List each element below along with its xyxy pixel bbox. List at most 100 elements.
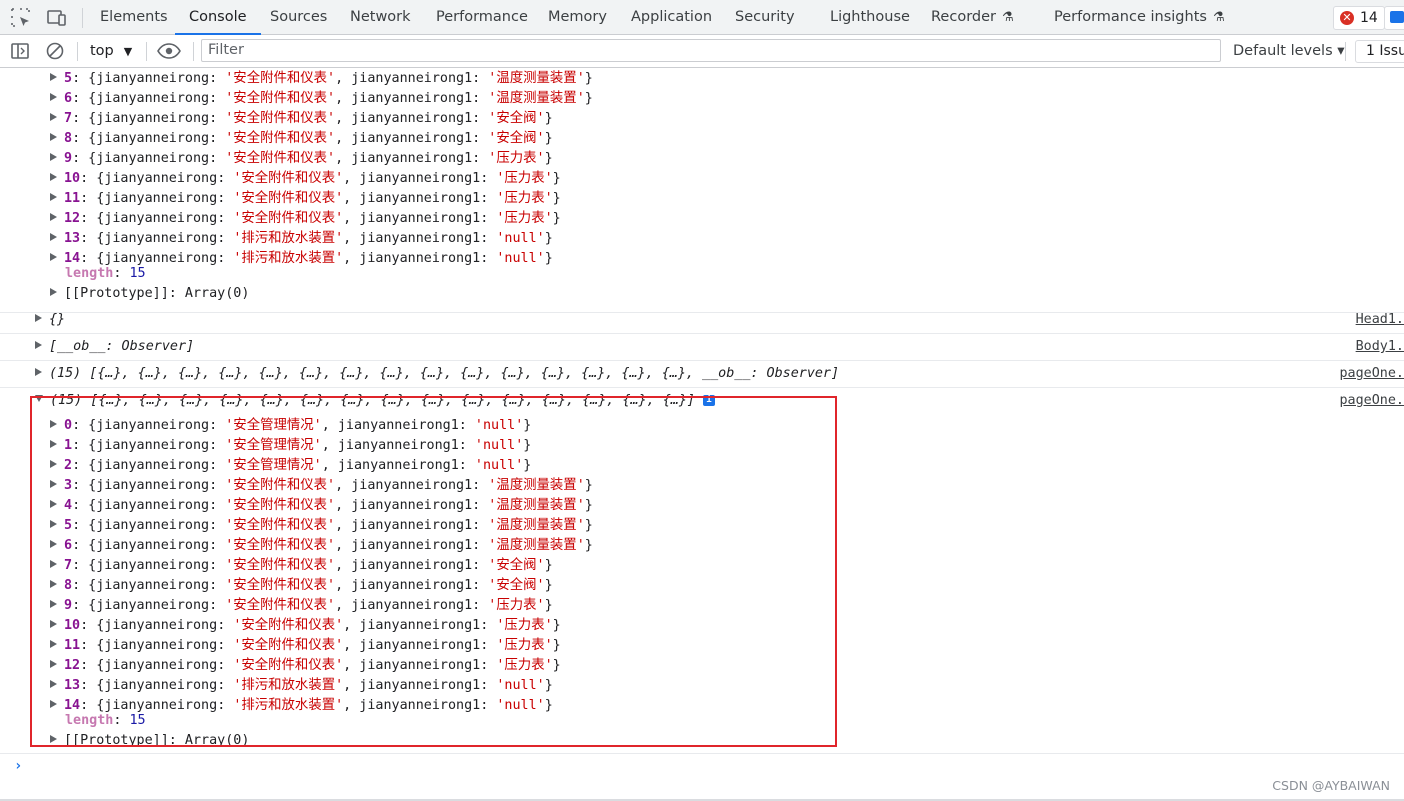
context-selector[interactable]: top ▼ <box>90 35 132 67</box>
tab-elements[interactable]: Elements <box>100 0 168 34</box>
expand-triangle-icon[interactable] <box>50 73 57 81</box>
inspect-element-icon[interactable] <box>9 6 33 30</box>
error-count: 14 <box>1360 10 1378 26</box>
array-entry-row[interactable]: 14: {jianyanneirong: '排污和放水装置', jianyann… <box>50 246 553 266</box>
prop-value: '排污和放水装置' <box>233 231 344 246</box>
prop-value: '安全附件和仪表' <box>225 151 336 166</box>
entry-index: 13 <box>64 231 81 246</box>
tab-application[interactable]: Application <box>631 0 712 34</box>
array-entry-row[interactable]: 5: {jianyanneirong: '安全附件和仪表', jianyanne… <box>50 68 593 86</box>
console-output: 5: {jianyanneirong: '安全附件和仪表', jianyanne… <box>0 68 1404 801</box>
source-link[interactable]: Body1. <box>1356 339 1404 354</box>
array-entry-row[interactable]: 6: {jianyanneirong: '安全附件和仪表', jianyanne… <box>50 86 593 106</box>
array-entry-row[interactable]: 10: {jianyanneirong: '安全附件和仪表', jianyann… <box>50 166 561 186</box>
punct: : { <box>80 211 105 226</box>
expand-triangle-icon[interactable] <box>35 368 42 376</box>
source-link[interactable]: pageOne. <box>1340 393 1404 408</box>
prop-key: jianyanneirong1 <box>359 251 481 266</box>
punct: , <box>343 231 360 246</box>
prop-key: jianyanneirong <box>104 171 218 186</box>
array-entry-row[interactable]: 11: {jianyanneirong: '安全附件和仪表', jianyann… <box>50 186 561 206</box>
tab-lighthouse[interactable]: Lighthouse <box>830 0 910 34</box>
prop-key: jianyanneirong <box>96 71 210 86</box>
punct: , <box>335 131 352 146</box>
tab-performance-insights[interactable]: Performance insights ⚗ <box>1054 0 1225 34</box>
punct: : { <box>72 111 97 126</box>
tab-sources[interactable]: Sources <box>270 0 327 34</box>
punct: : <box>472 91 489 106</box>
experiment-flask-icon: ⚗ <box>1212 10 1225 25</box>
prop-key: jianyanneirong <box>104 191 218 206</box>
tab-performance[interactable]: Performance <box>436 0 528 34</box>
punct: : { <box>80 171 105 186</box>
punct: : <box>209 151 226 166</box>
filter-input[interactable]: Filter <box>201 39 1221 62</box>
expand-triangle-icon[interactable] <box>35 314 42 322</box>
console-prompt-caret[interactable]: › <box>14 758 22 774</box>
clear-console-icon[interactable] <box>45 41 65 65</box>
array-entry-row[interactable]: 9: {jianyanneirong: '安全附件和仪表', jianyanne… <box>50 146 553 166</box>
log-levels-dropdown[interactable]: Default levels ▾ <box>1233 35 1345 67</box>
array-entry-row[interactable]: 13: {jianyanneirong: '排污和放水装置', jianyann… <box>50 226 553 246</box>
punct: } <box>544 231 553 246</box>
tab-performance-insights-label: Performance insights <box>1054 9 1207 25</box>
message-divider <box>0 360 1404 361</box>
tab-memory[interactable]: Memory <box>548 0 607 34</box>
expand-triangle-icon[interactable] <box>35 341 42 349</box>
expand-triangle-icon[interactable] <box>50 288 57 296</box>
expand-triangle-icon[interactable] <box>50 113 57 121</box>
punct: , <box>343 171 360 186</box>
punct: : <box>209 111 226 126</box>
expand-triangle-icon[interactable] <box>50 193 57 201</box>
punct: } <box>544 131 553 146</box>
length-row: length: 15 <box>65 266 146 281</box>
expand-triangle-icon[interactable] <box>50 153 57 161</box>
punct: : <box>209 71 226 86</box>
prototype-row[interactable]: [[Prototype]]: Array(0) <box>50 286 249 301</box>
prop-value: '安全附件和仪表' <box>225 71 336 86</box>
punct: } <box>552 191 561 206</box>
punct: } <box>584 71 593 86</box>
punct: : <box>217 211 234 226</box>
entry-index: 12 <box>64 211 81 226</box>
divider <box>82 8 83 28</box>
entry-index: 11 <box>64 191 81 206</box>
prop-value: '安全附件和仪表' <box>233 171 344 186</box>
message-badge[interactable] <box>1384 6 1404 30</box>
array-entry-row[interactable]: 12: {jianyanneirong: '安全附件和仪表', jianyann… <box>50 206 561 226</box>
sidebar-toggle-icon[interactable] <box>10 41 30 65</box>
tab-console[interactable]: Console <box>175 0 261 35</box>
expand-triangle-icon[interactable] <box>50 213 57 221</box>
prop-key: jianyanneirong1 <box>359 211 481 226</box>
console-message[interactable]: (15) [{…}, {…}, {…}, {…}, {…}, {…}, {…},… <box>35 366 839 381</box>
punct: : { <box>80 231 105 246</box>
prop-value: '安全阀' <box>488 111 545 126</box>
punct: : { <box>72 91 97 106</box>
console-message[interactable]: {} <box>35 312 65 327</box>
tab-network[interactable]: Network <box>350 0 411 34</box>
filter-placeholder: Filter <box>208 42 244 58</box>
tab-recorder[interactable]: Recorder ⚗ <box>931 0 1014 34</box>
expand-triangle-icon[interactable] <box>50 133 57 141</box>
watermark: CSDN @AYBAIWAN <box>1272 778 1390 793</box>
device-toolbar-icon[interactable] <box>45 6 69 30</box>
expand-triangle-icon[interactable] <box>50 253 57 261</box>
expand-triangle-icon[interactable] <box>50 233 57 241</box>
expand-triangle-icon[interactable] <box>50 173 57 181</box>
live-expression-eye-icon[interactable] <box>157 42 181 64</box>
punct: : <box>480 231 497 246</box>
array-entry-row[interactable]: 7: {jianyanneirong: '安全附件和仪表', jianyanne… <box>50 106 553 126</box>
prop-value: '安全附件和仪表' <box>233 191 344 206</box>
issues-button[interactable]: 1 Issue <box>1355 40 1404 63</box>
prop-value: '安全附件和仪表' <box>225 111 336 126</box>
error-count-badge[interactable]: ✕ 14 <box>1333 6 1385 30</box>
source-link[interactable]: pageOne. <box>1340 366 1404 381</box>
prop-key: jianyanneirong <box>104 231 218 246</box>
expand-triangle-icon[interactable] <box>50 93 57 101</box>
source-link[interactable]: Head1. <box>1356 312 1404 327</box>
tab-security[interactable]: Security <box>735 0 795 34</box>
prop-key: jianyanneirong1 <box>359 231 481 246</box>
array-entry-row[interactable]: 8: {jianyanneirong: '安全附件和仪表', jianyanne… <box>50 126 553 146</box>
console-message[interactable]: [__ob__: Observer] <box>35 339 194 354</box>
punct: : { <box>72 151 97 166</box>
